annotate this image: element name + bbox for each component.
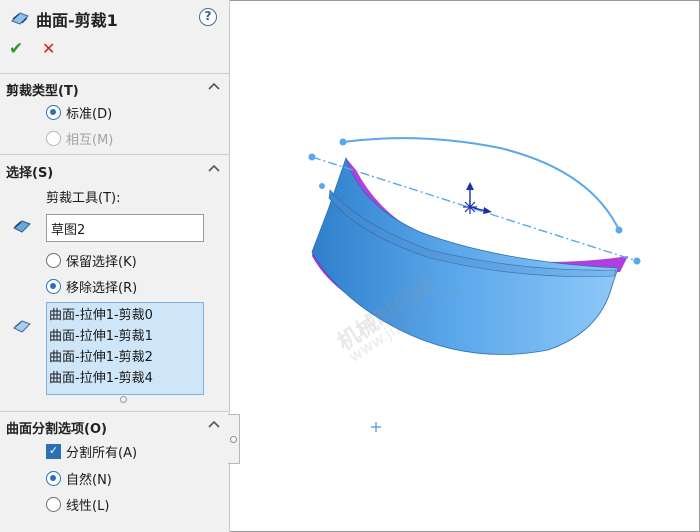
model-view[interactable] xyxy=(231,1,699,531)
graphics-viewport[interactable] xyxy=(231,1,699,531)
remove-selections-label: 移除选择(R) xyxy=(66,280,138,296)
remove-selections-option[interactable]: 移除选择(R) xyxy=(46,276,137,296)
sketch-endpoint[interactable] xyxy=(633,257,641,265)
collapse-chevron-icon[interactable] xyxy=(208,82,220,90)
divider xyxy=(0,154,230,155)
trim-type-group-title: 剪裁类型(T) xyxy=(6,84,79,99)
plus-marker-icon xyxy=(371,422,381,432)
surface-pieces-icon xyxy=(13,320,31,333)
panel-header: 曲面-剪裁1 ? xyxy=(0,0,230,36)
selection-group-title: 选择(S) xyxy=(6,166,54,181)
radio-mutual[interactable] xyxy=(46,130,61,146)
list-resize-handle[interactable] xyxy=(120,396,127,403)
natural-option[interactable]: 自然(N) xyxy=(46,468,112,488)
trim-type-mutual-option[interactable]: 相互(M) xyxy=(46,128,113,148)
trim-surface-icon xyxy=(11,12,29,25)
list-item[interactable]: 曲面-拉伸1-剪裁4 xyxy=(49,368,201,389)
trim-type-standard-option[interactable]: 标准(D) xyxy=(46,102,112,122)
trim-type-mutual-label: 相互(M) xyxy=(66,132,114,148)
natural-label: 自然(N) xyxy=(66,472,112,488)
trim-tool-label: 剪裁工具(T): xyxy=(46,191,121,206)
help-button[interactable]: ? xyxy=(199,8,217,26)
sketch-endpoint[interactable] xyxy=(319,183,325,189)
linear-label: 线性(L) xyxy=(66,498,110,514)
trim-tool-icon xyxy=(13,220,31,233)
split-all-checkbox[interactable]: ✓ xyxy=(46,443,61,459)
radio-remove-selections[interactable] xyxy=(46,278,61,294)
list-item[interactable]: 曲面-拉伸1-剪裁2 xyxy=(49,347,201,368)
divider xyxy=(0,73,230,74)
origin-triad-icon xyxy=(463,182,492,214)
split-all-label: 分割所有(A) xyxy=(66,445,138,461)
radio-keep-selections[interactable] xyxy=(46,252,61,268)
trim-tool-field[interactable] xyxy=(46,214,204,242)
sketch-endpoint[interactable] xyxy=(339,138,347,146)
ok-button[interactable]: ✔ xyxy=(9,40,27,58)
radio-linear[interactable] xyxy=(46,496,61,512)
list-item[interactable]: 曲面-拉伸1-剪裁1 xyxy=(49,326,201,347)
keep-selections-label: 保留选择(K) xyxy=(66,254,137,270)
selected-pieces-list[interactable]: 曲面-拉伸1-剪裁0 曲面-拉伸1-剪裁1 曲面-拉伸1-剪裁2 曲面-拉伸1-… xyxy=(46,302,204,395)
linear-option[interactable]: 线性(L) xyxy=(46,494,109,514)
split-all-option[interactable]: ✓ 分割所有(A) xyxy=(46,441,137,461)
panel-title: 曲面-剪裁1 xyxy=(36,11,118,30)
sketch-endpoint[interactable] xyxy=(615,226,623,234)
cancel-button[interactable]: ✕ xyxy=(42,40,58,58)
split-options-group-title: 曲面分割选项(O) xyxy=(6,422,107,437)
collapse-chevron-icon[interactable] xyxy=(208,420,220,428)
keep-selections-option[interactable]: 保留选择(K) xyxy=(46,250,137,270)
property-manager-panel: 曲面-剪裁1 ? ✔ ✕ 剪裁类型(T) 标准(D) 相互(M) 选择(S) 剪… xyxy=(0,0,230,532)
trim-type-standard-label: 标准(D) xyxy=(66,106,113,122)
radio-standard[interactable] xyxy=(46,104,61,120)
divider xyxy=(0,411,230,412)
collapse-chevron-icon[interactable] xyxy=(208,164,220,172)
radio-natural[interactable] xyxy=(46,470,61,486)
sketch-endpoint[interactable] xyxy=(308,153,316,161)
list-item[interactable]: 曲面-拉伸1-剪裁0 xyxy=(49,305,201,326)
